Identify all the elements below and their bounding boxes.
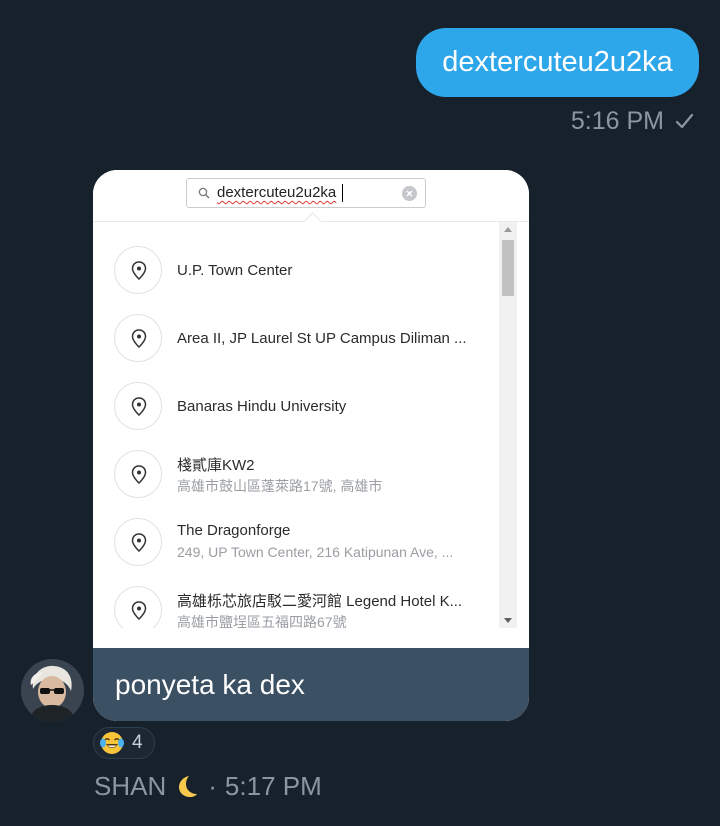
sender-avatar[interactable] <box>21 659 84 722</box>
meta-separator: · <box>208 770 217 801</box>
outgoing-message-bubble[interactable]: dextercuteu2u2ka <box>416 28 699 97</box>
location-pin-icon <box>114 246 162 294</box>
scroll-up-arrow-icon[interactable] <box>504 227 512 232</box>
check-icon <box>675 113 694 129</box>
face-with-tears-of-joy-icon <box>100 732 124 754</box>
sender-meta: SHAN · 5:17 PM <box>94 770 322 802</box>
search-input-value: dextercuteu2u2ka <box>217 184 337 201</box>
place-title: 棧貳庫KW2 <box>177 457 255 474</box>
image-bottom-margin <box>93 628 529 648</box>
message-caption: ponyeta ka dex <box>93 648 529 721</box>
place-address: 高雄市鹽埕區五福四路67號 <box>177 614 347 628</box>
place-title: 高雄栎芯旅店駁二愛河館 Legend Hotel K... <box>177 593 463 610</box>
place-result-item[interactable]: U.P. Town Center <box>93 236 498 304</box>
place-title: The Dragonforge <box>177 522 291 539</box>
place-result-item[interactable]: 高雄栎芯旅店駁二愛河館 Legend Hotel K... 高雄市鹽埕區五福四路… <box>93 576 498 628</box>
incoming-media-message[interactable]: dextercuteu2u2ka U.P. Town Center Area I… <box>93 170 529 721</box>
place-result-item[interactable]: Area II, JP Laurel St UP Campus Diliman … <box>93 304 498 372</box>
place-address: 高雄市鼓山區蓬萊路17號, 高雄市 <box>177 478 383 494</box>
location-pin-icon <box>114 382 162 430</box>
place-title: Banaras Hindu University <box>177 398 347 415</box>
place-results-list: U.P. Town Center Area II, JP Laurel St U… <box>93 222 529 628</box>
place-result-item[interactable]: Banaras Hindu University <box>93 372 498 440</box>
place-result-item[interactable]: 棧貳庫KW2 高雄市鼓山區蓬萊路17號, 高雄市 <box>93 440 498 508</box>
crescent-moon-icon <box>179 776 198 797</box>
reaction-count: 4 <box>132 732 143 753</box>
chat-screen: dextercuteu2u2ka 5:16 PM dextercuteu2u2k… <box>0 0 720 826</box>
location-pin-icon <box>114 586 162 628</box>
caption-text: ponyeta ka dex <box>115 669 305 700</box>
location-pin-icon <box>114 518 162 566</box>
reaction-badge[interactable]: 4 <box>93 727 155 759</box>
sender-name[interactable]: SHAN <box>94 771 166 802</box>
place-title: U.P. Town Center <box>177 262 293 279</box>
place-result-item[interactable]: The Dragonforge 249, UP Town Center, 216… <box>93 508 498 576</box>
search-icon <box>198 187 210 199</box>
avatar-image <box>21 659 84 722</box>
location-pin-icon <box>114 450 162 498</box>
scrollbar-thumb[interactable] <box>502 240 514 296</box>
outgoing-message-text: dextercuteu2u2ka <box>442 46 673 78</box>
results-scrollbar[interactable] <box>499 222 517 628</box>
clear-icon[interactable] <box>402 186 417 201</box>
text-caret <box>342 184 343 202</box>
incoming-message-time: 5:17 PM <box>224 770 322 801</box>
location-pin-icon <box>114 314 162 362</box>
scroll-down-arrow-icon[interactable] <box>504 618 512 623</box>
place-address: 249, UP Town Center, 216 Katipunan Ave, … <box>177 544 454 560</box>
outgoing-message-meta: 5:16 PM <box>571 106 694 136</box>
location-search-input[interactable]: dextercuteu2u2ka <box>186 178 426 208</box>
outgoing-message-time: 5:16 PM <box>570 107 664 135</box>
place-title: Area II, JP Laurel St UP Campus Diliman … <box>177 330 467 347</box>
card-gutter <box>517 222 529 628</box>
